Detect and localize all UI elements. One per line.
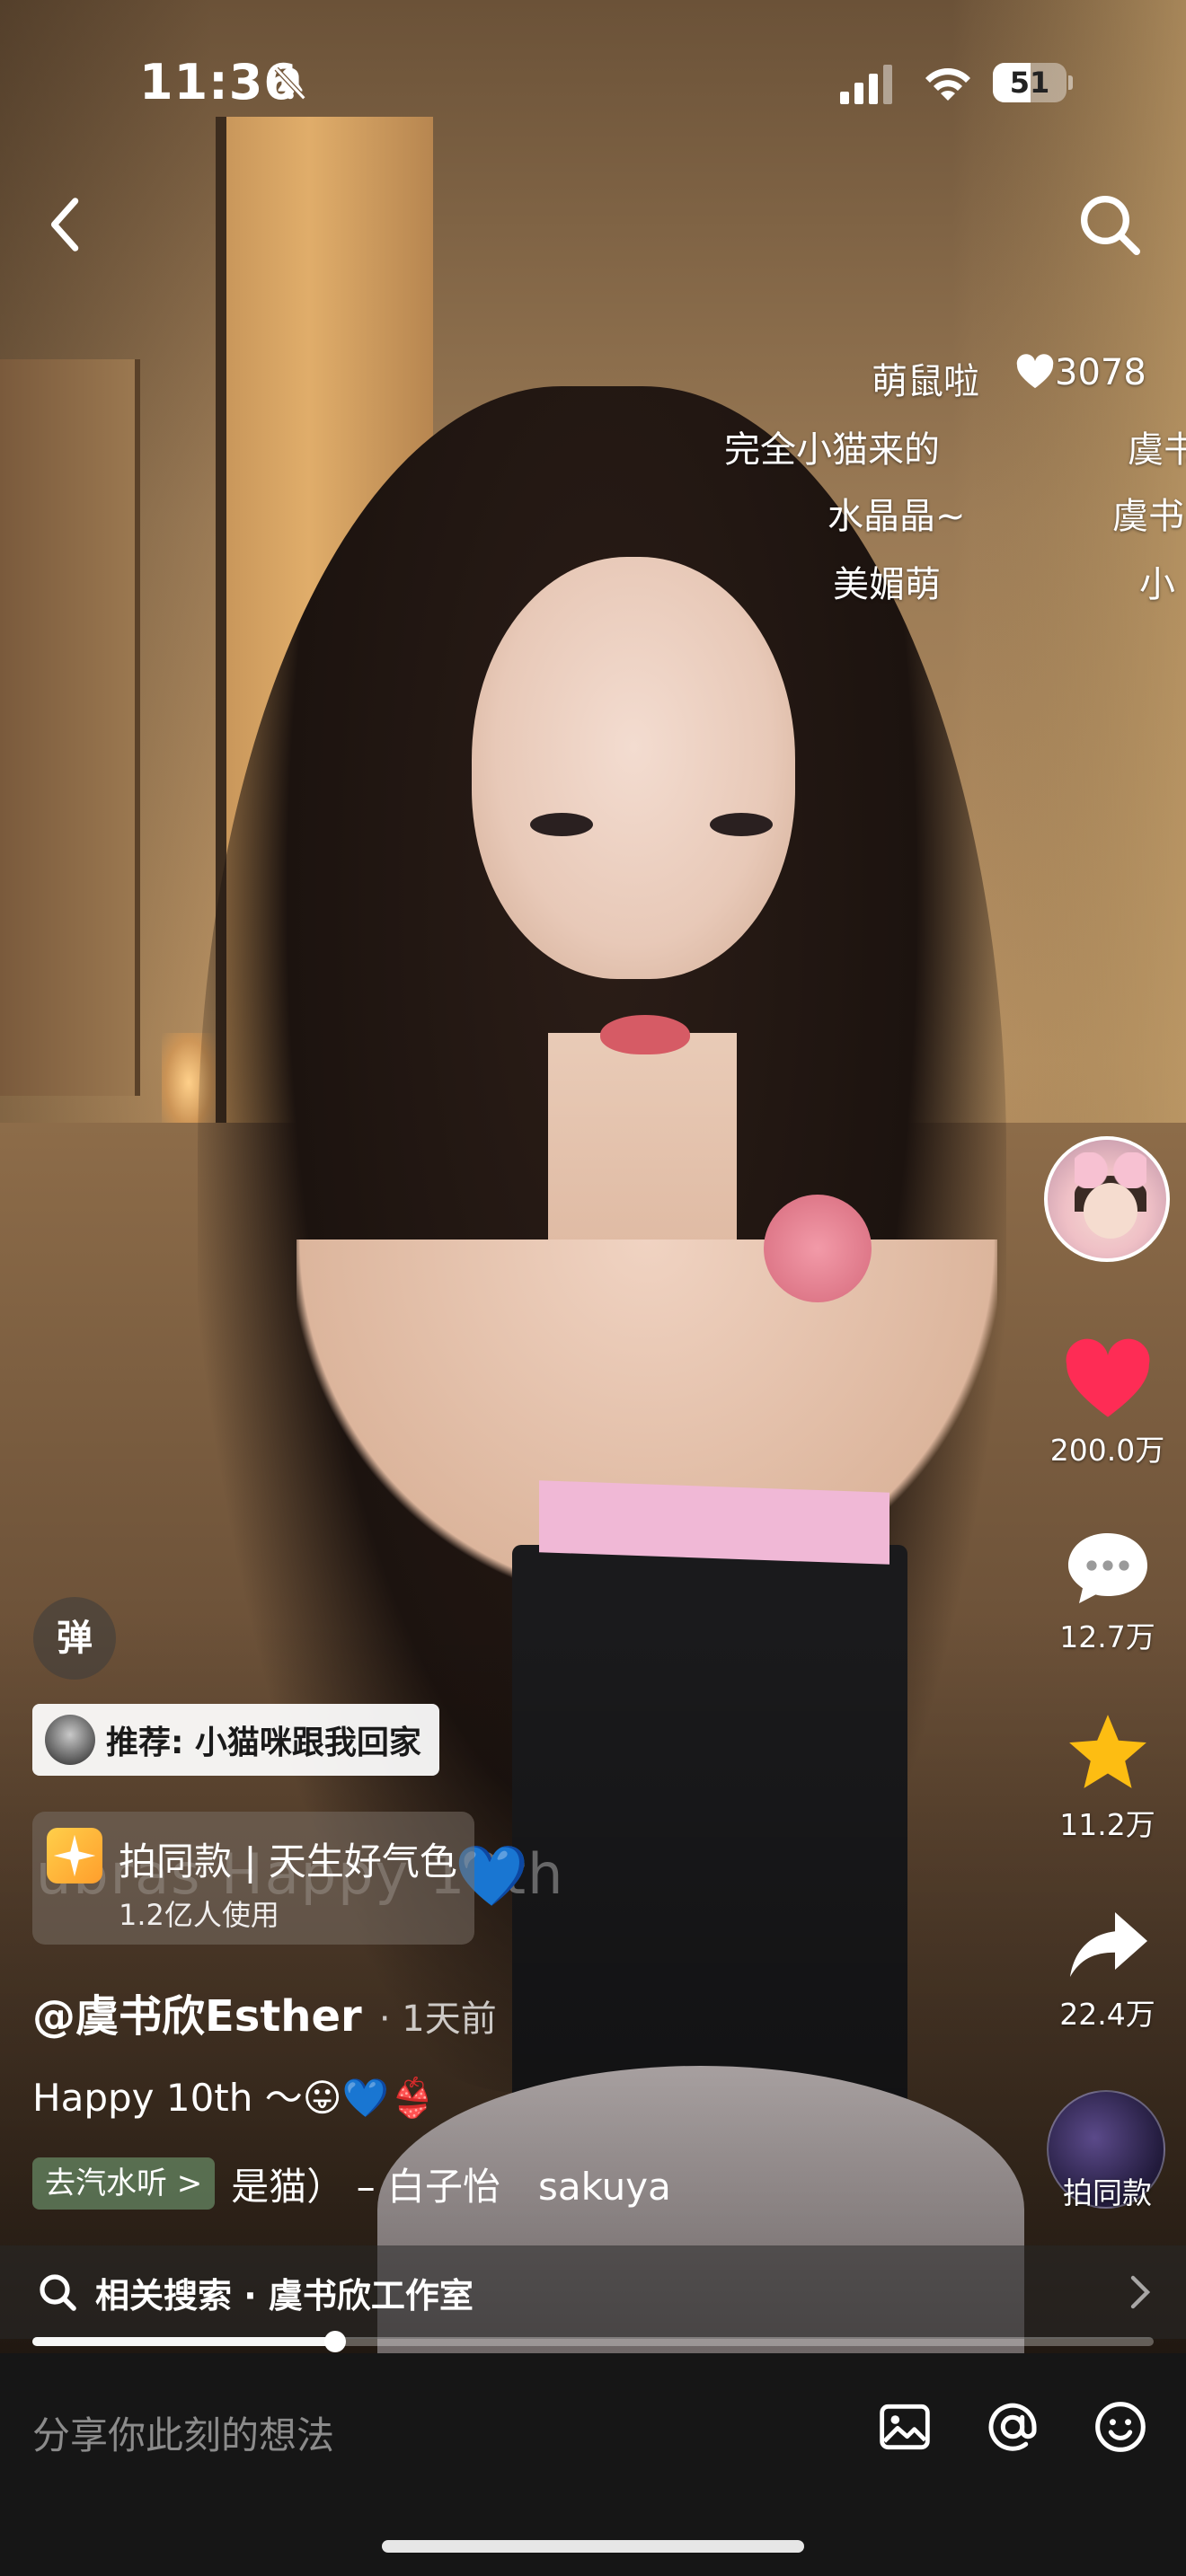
search-icon (40, 2274, 76, 2311)
person-eye (710, 813, 773, 836)
person-face (472, 557, 795, 979)
progress-fill (32, 2337, 335, 2346)
danmaku-comment: 水晶晶~ (828, 496, 966, 537)
danmaku-comment: 萌鼠啦 (872, 361, 979, 402)
recommend-thumbnail (45, 1715, 95, 1765)
comment-button[interactable]: 12.7万 (1033, 1527, 1182, 1656)
music-title: 是猫） – 白子怡 sakuya (231, 2164, 671, 2209)
comment-input[interactable]: 分享你此刻的想法 (32, 2405, 334, 2460)
heart-icon (1066, 1338, 1149, 1417)
post-caption: Happy 10th ～😛💙👙 (32, 2076, 437, 2120)
favorite-count: 11.2万 (1059, 1807, 1155, 1842)
share-count: 22.4万 (1059, 1997, 1155, 2032)
recommend-chip[interactable]: 推荐: 小猫咪跟我回家 (32, 1704, 439, 1776)
danmaku-like-count: 3078 (1055, 352, 1146, 393)
image-icon[interactable] (876, 2398, 934, 2456)
danmaku-like: 3078 (1015, 352, 1146, 393)
battery-icon: 51 (993, 63, 1074, 102)
sparkle-icon (47, 1828, 102, 1883)
effect-usage: 1.2亿人使用 (119, 1898, 279, 1932)
danmaku-toggle-button[interactable]: 弹 (33, 1597, 116, 1680)
pink-earring (764, 1195, 872, 1302)
like-button[interactable]: 200.0万 (1033, 1338, 1182, 1469)
video-progress-bar[interactable] (32, 2331, 1154, 2352)
status-bar: 11:36 51 (0, 54, 1186, 117)
share-arrow-icon (1069, 1912, 1147, 1977)
effect-template-chip[interactable]: 拍同款 | 天生好气色 1.2亿人使用 (32, 1812, 474, 1945)
search-icon[interactable] (1074, 189, 1146, 260)
pink-band (539, 1480, 890, 1565)
cellular-signal-icon (840, 65, 892, 104)
danmaku-comment: 完全小猫来的 (724, 429, 940, 471)
post-time: · 1天前 (378, 1998, 497, 2040)
like-count: 200.0万 (1049, 1433, 1165, 1468)
progress-knob[interactable] (323, 2331, 346, 2352)
chevron-right-icon (1130, 2275, 1151, 2309)
danmaku-comment: 虞书 (1128, 429, 1186, 471)
effect-title: 拍同款 | 天生好气色 (119, 1839, 457, 1883)
heart-icon (1016, 354, 1054, 389)
favorite-button[interactable]: 11.2万 (1033, 1711, 1182, 1844)
chevron-left-icon[interactable] (36, 193, 99, 256)
comment-count: 12.7万 (1059, 1619, 1155, 1654)
wifi-icon (925, 68, 970, 101)
home-indicator (382, 2540, 804, 2553)
music-disc-label[interactable]: 拍同款 (1033, 2169, 1182, 2212)
music-row[interactable]: 去汽水听 > 是猫） – 白子怡 sakuya (32, 2156, 671, 2211)
danmaku-comment: 美媚萌 (833, 564, 941, 605)
star-icon (1068, 1715, 1146, 1788)
listen-in-qishui-badge[interactable]: 去汽水听 > (32, 2157, 216, 2210)
author-line: @虞书欣Esther · 1天前 (32, 1981, 497, 2043)
recommend-text: 推荐: 小猫咪跟我回家 (106, 1725, 421, 1761)
emoji-icon[interactable] (1092, 2398, 1149, 2456)
person-lips (600, 1015, 690, 1054)
bell-slash-icon (274, 66, 306, 101)
like-heart-shape (1066, 1338, 1149, 1417)
at-icon[interactable] (984, 2398, 1041, 2456)
comment-bubble-icon (1067, 1533, 1147, 1603)
battery-level: 51 (1009, 66, 1050, 100)
related-search-bar[interactable]: 相关搜索 · 虞书欣工作室 (0, 2245, 1186, 2339)
background-door (0, 359, 140, 1096)
comment-input-bar: 分享你此刻的想法 (0, 2353, 1186, 2576)
danmaku-comment: 虞书 (1112, 496, 1184, 537)
favorite-star-shape (1068, 1715, 1146, 1788)
person-eye (530, 813, 593, 836)
author-name[interactable]: @虞书欣Esther (32, 1991, 362, 2042)
related-search-text: 相关搜索 · 虞书欣工作室 (95, 2276, 474, 2316)
danmaku-comment: 小 (1139, 564, 1175, 605)
creator-avatar[interactable] (1044, 1136, 1170, 1262)
share-button[interactable]: 22.4万 (1033, 1904, 1182, 2033)
